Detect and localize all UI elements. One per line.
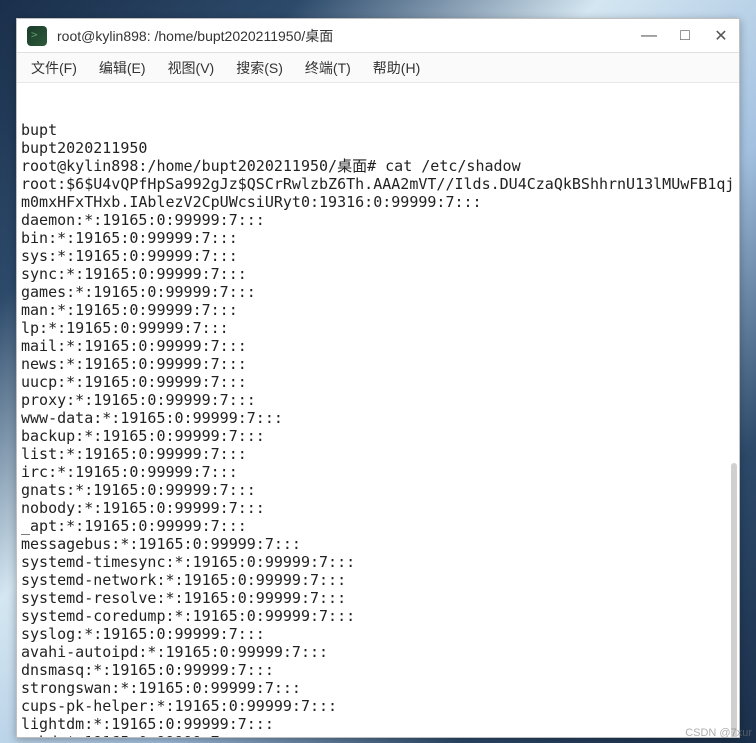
terminal-line: systemd-network:*:19165:0:99999:7::: [21,571,735,589]
terminal-line: dnsmasq:*:19165:0:99999:7::: [21,661,735,679]
terminal-content[interactable]: buptbupt2020211950root@kylin898:/home/bu… [17,83,739,737]
terminal-line: lightdm:*:19165:0:99999:7::: [21,715,735,733]
terminal-line: nobody:*:19165:0:99999:7::: [21,499,735,517]
terminal-line: messagebus:*:19165:0:99999:7::: [21,535,735,553]
menu-edit[interactable]: 编辑(E) [89,54,156,82]
menu-help[interactable]: 帮助(H) [363,54,430,82]
terminal-line: daemon:*:19165:0:99999:7::: [21,211,735,229]
close-button[interactable]: ✕ [713,28,729,44]
terminal-line: avahi-autoipd:*:19165:0:99999:7::: [21,643,735,661]
terminal-line: bupt2020211950 [21,139,735,157]
menubar: 文件(F) 编辑(E) 视图(V) 搜索(S) 终端(T) 帮助(H) [17,53,739,83]
menu-file[interactable]: 文件(F) [21,54,87,82]
terminal-line: www-data:*:19165:0:99999:7::: [21,409,735,427]
terminal-line: uucp:*:19165:0:99999:7::: [21,373,735,391]
terminal-line: strongswan:*:19165:0:99999:7::: [21,679,735,697]
menu-terminal[interactable]: 终端(T) [295,54,361,82]
menu-search[interactable]: 搜索(S) [226,54,293,82]
terminal-line: sync:*:19165:0:99999:7::: [21,265,735,283]
terminal-line: bin:*:19165:0:99999:7::: [21,229,735,247]
terminal-line: root:$6$U4vQPfHpSa992gJz$QSCrRwlzbZ6Th.A… [21,175,735,211]
terminal-line: games:*:19165:0:99999:7::: [21,283,735,301]
terminal-line: sshd:*:19165:0:99999:7::: [21,733,735,737]
window-title: root@kylin898: /home/bupt2020211950/桌面 [57,26,641,46]
terminal-line: mail:*:19165:0:99999:7::: [21,337,735,355]
maximize-button[interactable]: □ [677,28,693,44]
minimize-button[interactable]: — [641,28,657,44]
terminal-line: list:*:19165:0:99999:7::: [21,445,735,463]
terminal-line: bupt [21,121,735,139]
terminal-line: news:*:19165:0:99999:7::: [21,355,735,373]
terminal-line: gnats:*:19165:0:99999:7::: [21,481,735,499]
terminal-line: root@kylin898:/home/bupt2020211950/桌面# c… [21,157,735,175]
terminal-line: sys:*:19165:0:99999:7::: [21,247,735,265]
terminal-line: man:*:19165:0:99999:7::: [21,301,735,319]
watermark: CSDN @7xur [685,727,752,739]
terminal-line: systemd-resolve:*:19165:0:99999:7::: [21,589,735,607]
window-controls: — □ ✕ [641,28,729,44]
terminal-icon [27,26,47,46]
terminal-line: _apt:*:19165:0:99999:7::: [21,517,735,535]
terminal-line: lp:*:19165:0:99999:7::: [21,319,735,337]
terminal-line: backup:*:19165:0:99999:7::: [21,427,735,445]
terminal-line: systemd-coredump:*:19165:0:99999:7::: [21,607,735,625]
terminal-window: root@kylin898: /home/bupt2020211950/桌面 —… [16,18,740,738]
menu-view[interactable]: 视图(V) [158,54,225,82]
terminal-line: proxy:*:19165:0:99999:7::: [21,391,735,409]
scrollbar[interactable] [731,463,737,737]
titlebar[interactable]: root@kylin898: /home/bupt2020211950/桌面 —… [17,19,739,53]
terminal-line: irc:*:19165:0:99999:7::: [21,463,735,481]
terminal-line: cups-pk-helper:*:19165:0:99999:7::: [21,697,735,715]
terminal-line: syslog:*:19165:0:99999:7::: [21,625,735,643]
terminal-line: systemd-timesync:*:19165:0:99999:7::: [21,553,735,571]
